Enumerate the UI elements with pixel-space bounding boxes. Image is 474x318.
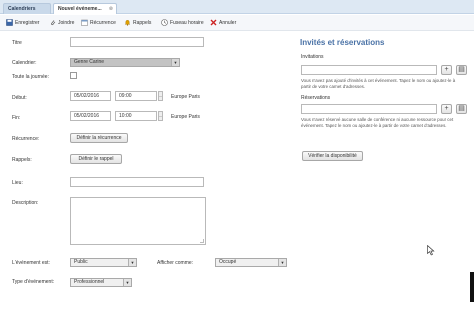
reminders-row-label: Rappels: [12,157,32,163]
bell-icon [124,19,131,26]
invitations-input[interactable] [301,65,437,75]
start-label: Début: [12,95,27,101]
event-type-select[interactable]: Professionnel ▼ [70,278,132,287]
end-label: Fin: [12,115,21,121]
start-time-input[interactable]: 09:00 [115,91,157,101]
calendar-select-value: Genre Carine [74,59,105,65]
start-time-stepper[interactable] [158,91,163,101]
save-label: Enregistrer [15,20,40,26]
timezone-button[interactable]: Fuseau horaire [161,18,204,28]
cancel-button[interactable]: Annuler [210,18,236,28]
end-date-input[interactable]: 05/02/2016 [70,111,111,121]
toolbar: Enregistrer Joindre Récurrence Rappels F… [0,15,474,31]
title-label: Titre [12,40,22,46]
chevron-down-icon: ▼ [278,259,286,266]
add-invitee-button[interactable]: + [441,65,452,75]
chevron-down-icon: ▼ [128,259,136,266]
recurrence-row-label: Récurrence: [12,136,40,142]
end-time-input[interactable]: 10:00 [115,111,157,121]
visibility-select-value: Public [74,259,88,265]
visibility-select[interactable]: Public ▼ [70,258,137,267]
reservations-label: Réservations [301,95,331,101]
event-type-select-value: Professionnel [74,279,105,285]
recurrence-icon [81,19,88,26]
event-is-label: L'événement est: [12,260,50,266]
tab-new-event[interactable]: Nouvel événeme... ⊗ [53,3,117,14]
set-recurrence-button[interactable]: Définir la récurrence [70,133,128,143]
show-as-select[interactable]: Occupé ▼ [215,258,287,267]
end-timezone: Europe Paris [171,114,200,120]
invitations-label: Invitations [301,54,324,60]
display-as-label: Afficher comme: [157,260,194,266]
attach-button[interactable]: Joindre [49,18,74,28]
tab-new-event-label: Nouvel événeme... [58,6,102,12]
reminders-button[interactable]: Rappels [124,18,151,28]
description-label: Description: [12,200,39,206]
attach-label: Joindre [58,20,75,26]
allday-label: Toute la journée: [12,74,49,80]
reminders-label: Rappels [133,20,152,26]
cancel-label: Annuler [219,20,237,26]
set-reminder-button[interactable]: Définir le rappel [70,154,122,164]
add-resource-button[interactable]: + [441,104,452,114]
save-button[interactable]: Enregistrer [6,18,39,28]
paperclip-icon [49,19,56,26]
recurrence-button[interactable]: Récurrence [81,18,116,28]
chevron-down-icon: ▼ [123,279,131,286]
tab-calendars-label: Calendriers [8,6,36,12]
resize-handle[interactable] [200,239,204,243]
save-icon [6,19,13,26]
timezone-label: Fuseau horaire [170,20,204,26]
mouse-pointer-icon [427,244,435,256]
reservations-input[interactable] [301,104,437,114]
start-timezone: Europe Paris [171,94,200,100]
invitations-help-text: Vous n'avez pas ajouté d'invités à cet é… [301,78,456,89]
location-label: Lieu: [12,180,23,186]
show-as-select-value: Occupé [219,259,237,265]
title-input[interactable] [70,37,204,47]
chevron-down-icon: ▼ [171,59,179,66]
check-availability-button[interactable]: Vérifier la disponibilité [302,151,363,161]
calendar-select[interactable]: Genre Carine ▼ [70,58,180,67]
guests-section-title: Invités et réservations [300,38,385,47]
event-type-label: Type d'événement: [12,279,55,285]
tab-calendars[interactable]: Calendriers [3,3,51,14]
end-time-stepper[interactable] [158,111,163,121]
close-tab-icon[interactable]: ⊗ [109,4,113,14]
cancel-x-icon [210,19,217,26]
description-textarea[interactable] [70,197,206,245]
address-book-button[interactable]: ▤ [456,65,467,75]
tab-bar: Calendriers Nouvel événeme... ⊗ [0,0,474,14]
clock-icon [161,19,168,26]
reservations-help-text: Vous n'avez réservé aucune salle de conf… [301,117,454,128]
recurrence-label: Récurrence [90,20,116,26]
calendar-label: Calendrier: [12,60,37,66]
start-date-input[interactable]: 05/02/2016 [70,91,111,101]
location-input[interactable] [70,177,204,187]
resource-book-button[interactable]: ▤ [456,104,467,114]
allday-checkbox[interactable] [70,72,77,79]
side-panel-handle[interactable] [470,272,474,302]
